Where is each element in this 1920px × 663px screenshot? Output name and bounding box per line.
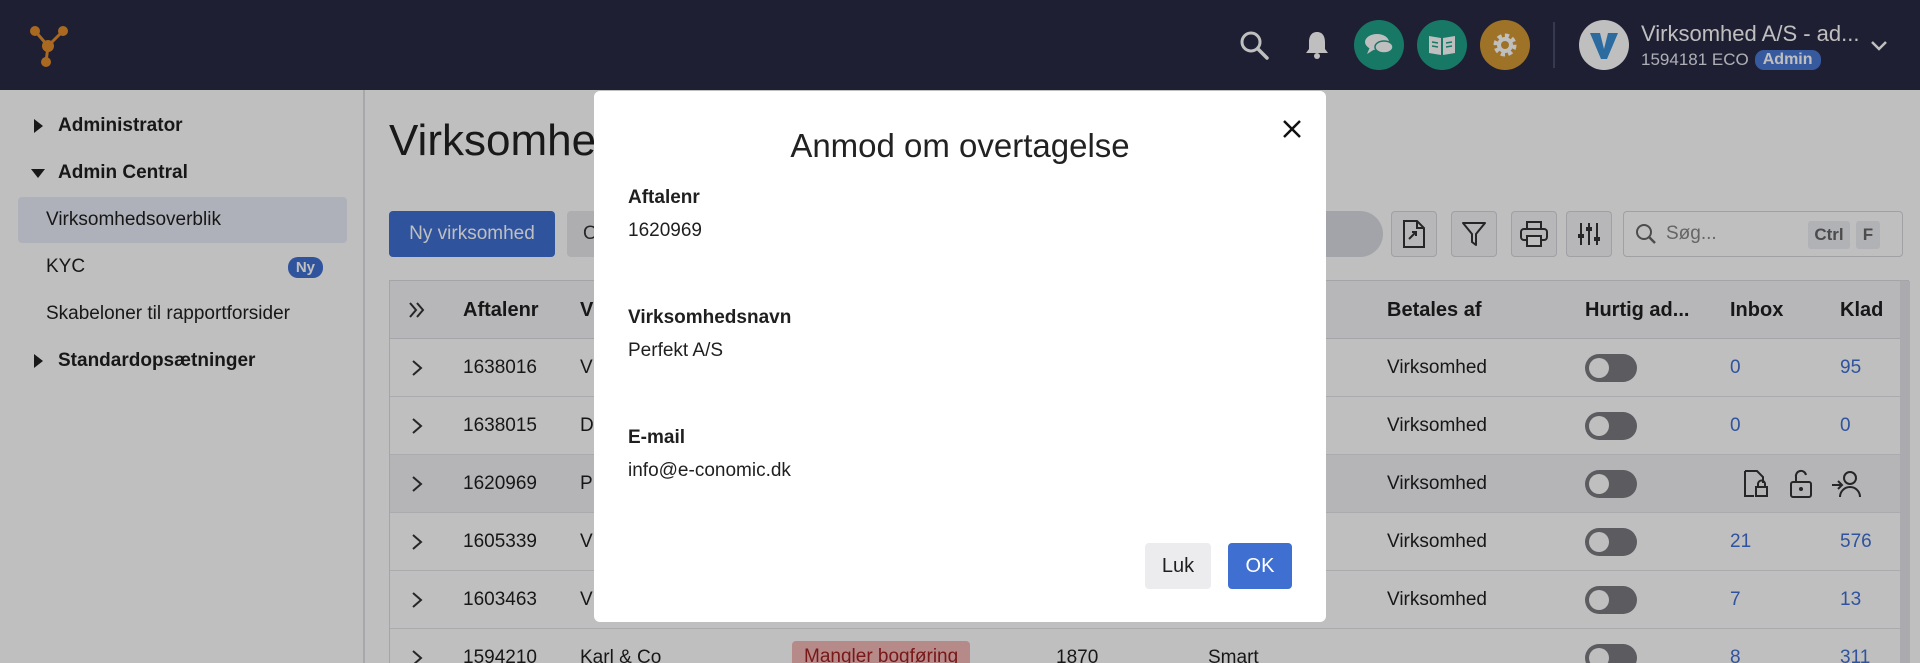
close-button[interactable]: Luk (1145, 543, 1211, 589)
field-label-aftalenr: Aftalenr (628, 187, 700, 208)
field-label-virksomhedsnavn: Virksomhedsnavn (628, 307, 792, 328)
field-value-email: info@e-conomic.dk (628, 460, 791, 481)
field-value-aftalenr: 1620969 (628, 220, 702, 241)
dialog-title: Anmod om overtagelse (790, 127, 1130, 164)
field-label-email: E-mail (628, 427, 686, 448)
takeover-dialog: Anmod om overtagelse Aftalenr 1620969 Vi… (594, 91, 1326, 622)
close-icon[interactable] (1278, 115, 1306, 143)
field-value-virksomhedsnavn: Perfekt A/S (628, 340, 724, 361)
ok-button[interactable]: OK (1228, 543, 1292, 589)
